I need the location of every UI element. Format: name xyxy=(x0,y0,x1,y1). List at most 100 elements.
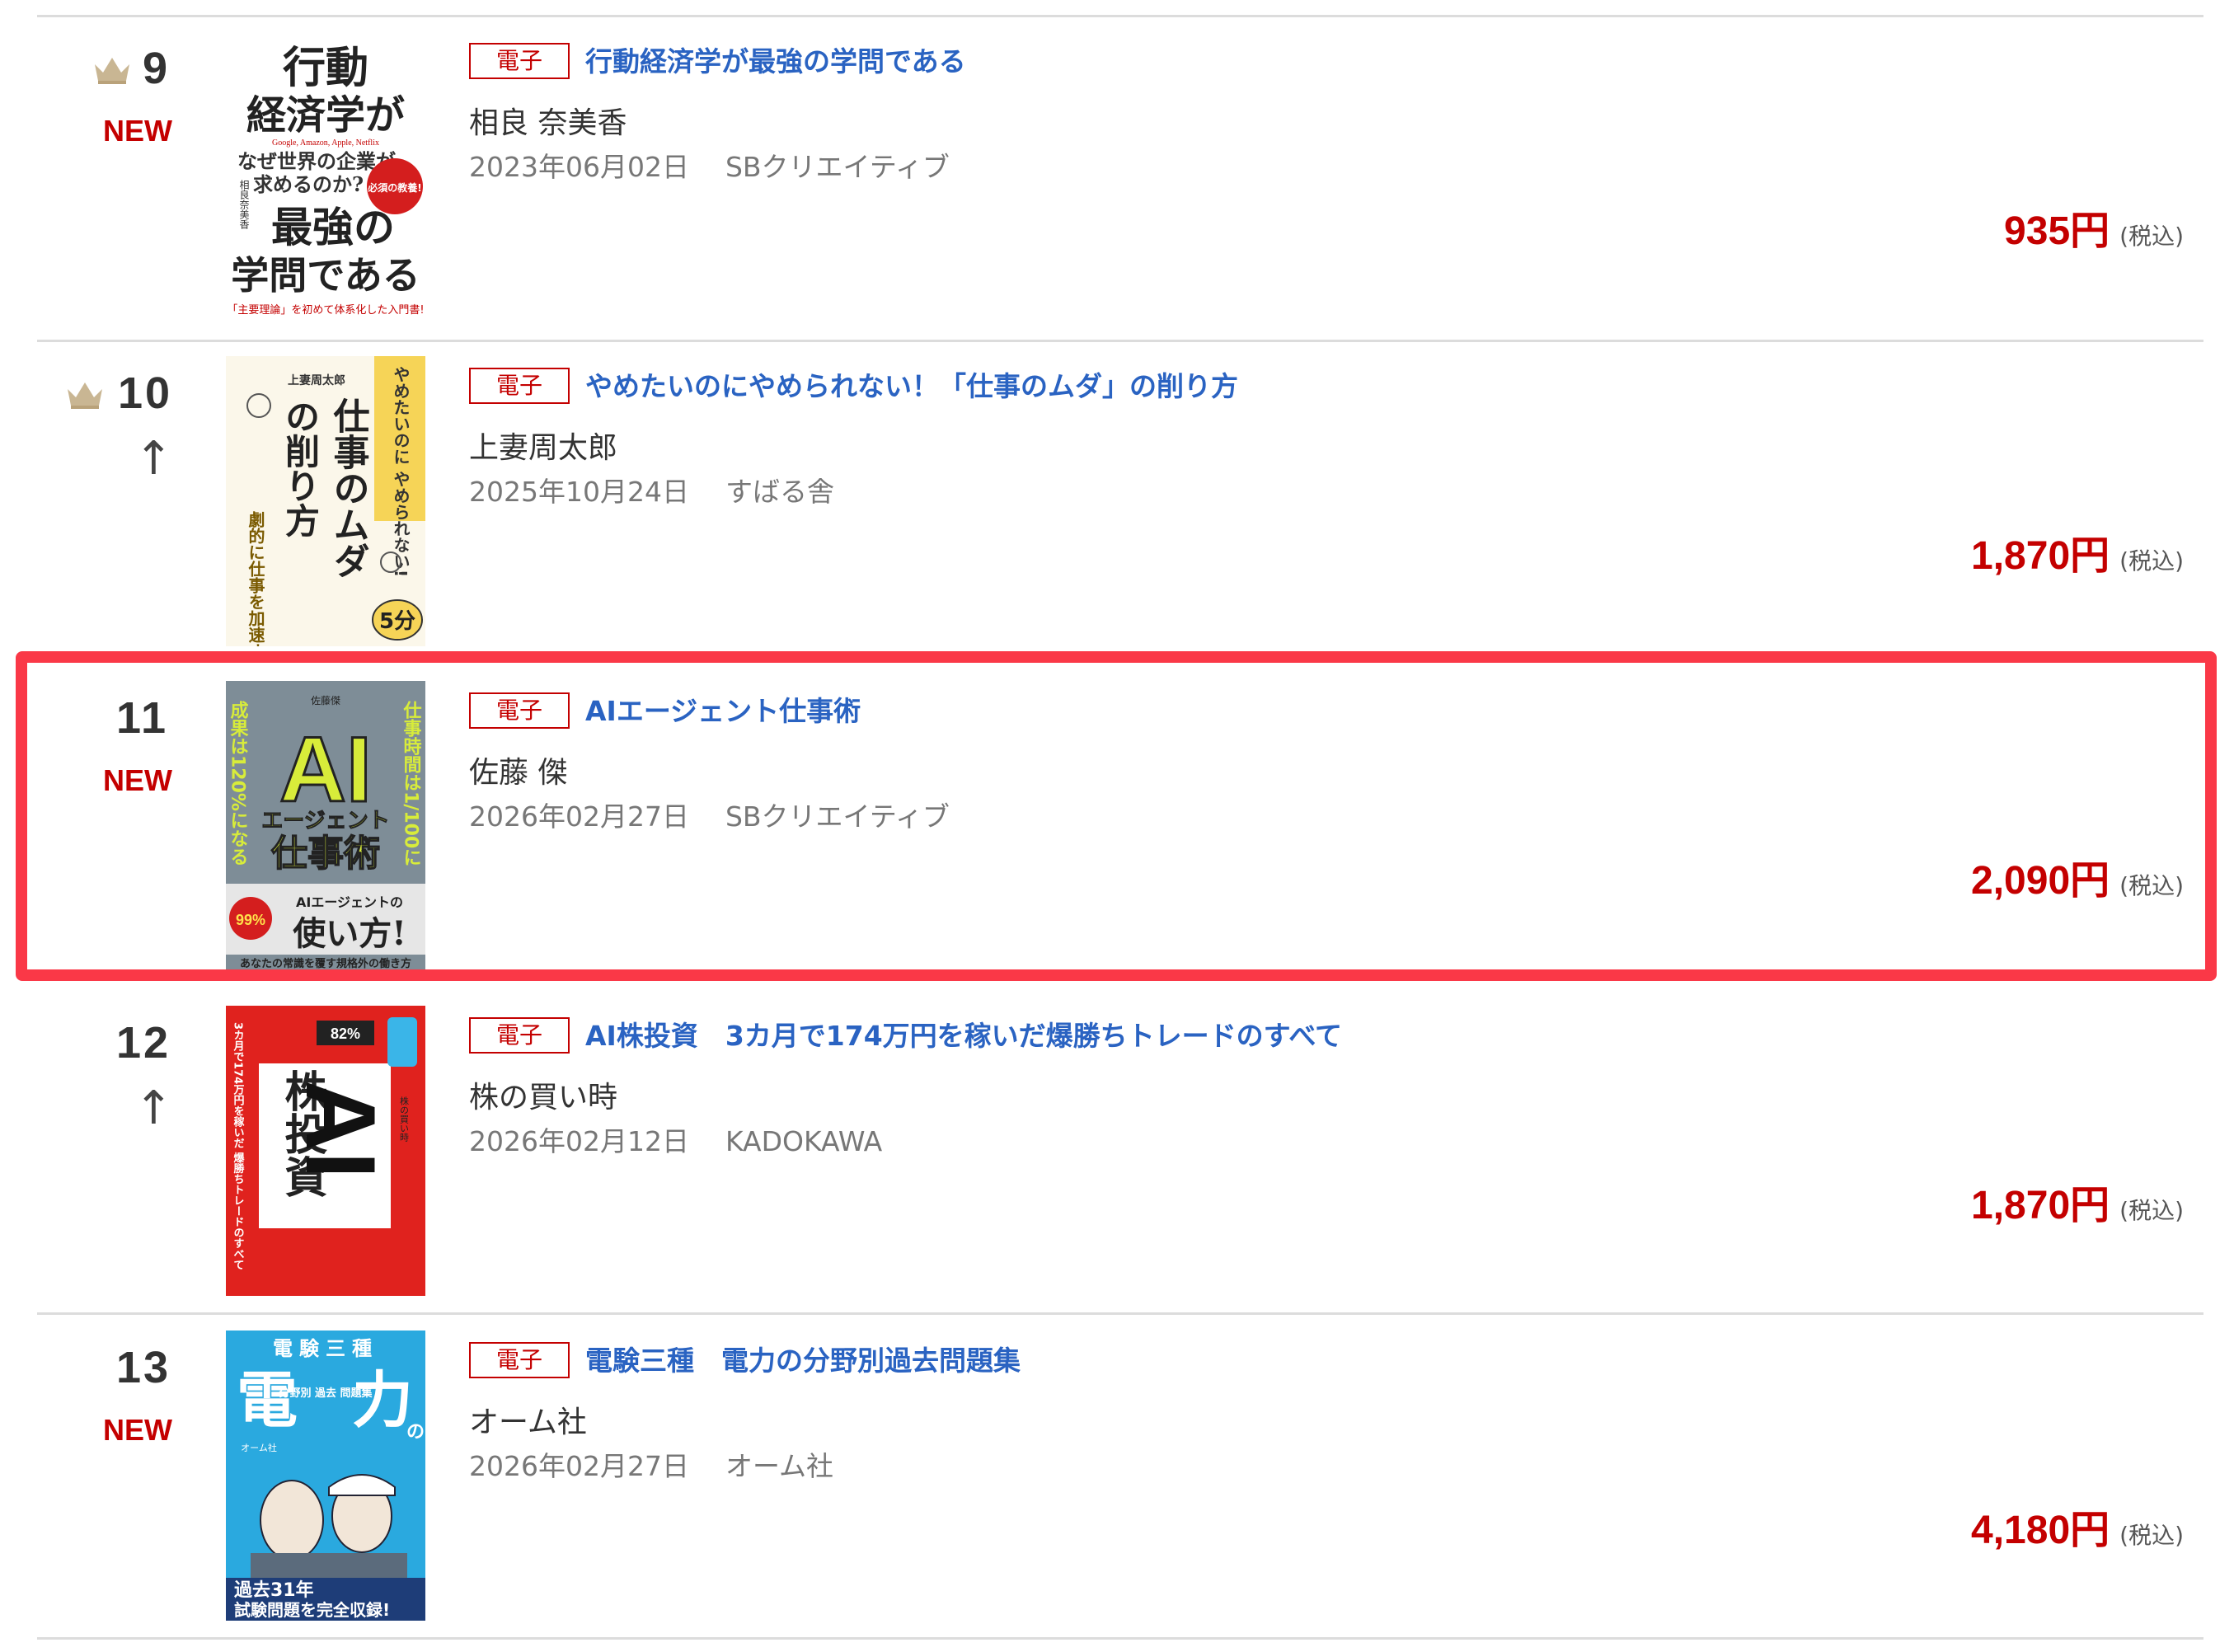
cover-art: 電験三種 電 力 の 分野別 過去 問題集 オーム社 過去31年 試験問題を完全… xyxy=(226,1331,425,1621)
cover-text: 試験問題を完全収録! xyxy=(234,1600,390,1620)
cover-text: 99% xyxy=(236,912,265,928)
book-meta: 2026年02月12日 KADOKAWA xyxy=(469,1119,882,1159)
release-date: 2026年02月27日 xyxy=(469,800,689,833)
book-meta: 2026年02月27日 SBクリエイティブ xyxy=(469,795,950,834)
tax-label: (税込) xyxy=(2119,547,2184,575)
cover-text: 82% xyxy=(331,1025,360,1042)
price: 2,090円 xyxy=(1971,859,2110,903)
rank-column: 12 ↑ xyxy=(37,991,235,1312)
book-cover[interactable]: 電験三種 電 力 の 分野別 過去 問題集 オーム社 過去31年 試験問題を完全… xyxy=(226,1331,425,1621)
book-meta: 2023年06月02日 SBクリエイティブ xyxy=(469,145,950,185)
book-meta: 2026年02月27日 オーム社 xyxy=(469,1444,833,1484)
crown-icon xyxy=(95,58,129,84)
cover-text: 電験三種 xyxy=(273,1337,378,1360)
tax-label: (税込) xyxy=(2119,223,2184,250)
publisher: SBクリエイティブ xyxy=(725,151,950,183)
book-meta: 2025年10月24日 すばる舎 xyxy=(469,470,834,509)
cover-text: 劇的に仕事を加速するコツ xyxy=(246,511,265,646)
rank-up-arrow-icon: ↑ xyxy=(134,432,173,486)
book-title-link[interactable]: AIエージェント仕事術 xyxy=(585,689,861,729)
book-cover[interactable]: 上妻周太郎 やめたいのに やめられない! 仕事のムダ の削り方 劇的に仕事を加速… xyxy=(226,356,425,646)
cover-text: オーム社 xyxy=(241,1442,277,1453)
cover-text: 過去31年 xyxy=(234,1579,314,1601)
book-author: 佐藤 傑 xyxy=(469,756,568,790)
cover-text: あなたの常識を覆す規格外の働き方 xyxy=(240,957,411,970)
price-block: 1,870円 (税込) xyxy=(1971,1172,2184,1230)
cover-text: 使い方! xyxy=(293,914,406,953)
release-date: 2025年10月24日 xyxy=(469,476,689,508)
cover-text: 5分 xyxy=(379,609,415,634)
book-cover[interactable]: 佐藤傑 成果は120%になる 仕事時間は1/100に AI エージェント 仕事術… xyxy=(226,681,425,971)
cover-text: 学問である xyxy=(231,253,420,298)
ranking-row: 12 ↑ 株投資 AI 82% 3カ月で174万円を稼いだ 爆勝ちトレードのすべ… xyxy=(37,991,2203,1312)
cover-text: 経済学が xyxy=(246,92,405,138)
price-block: 935円 (税込) xyxy=(2004,198,2184,256)
ebook-badge: 電子 xyxy=(469,368,570,404)
book-info: 電子 行動経済学が最強の学問である 相良 奈美香 2023年06月02日 SBクリ… xyxy=(469,16,2184,338)
book-title-link[interactable]: やめたいのにやめられない！「仕事のムダ」の削り方 xyxy=(585,364,1238,404)
rank-column: 11 NEW xyxy=(37,666,235,988)
ranking-row: 13 NEW 電験三種 電 力 の 分野別 過去 問題集 オーム社 過去31年 … xyxy=(37,1316,2203,1637)
cover-text: エージェント xyxy=(261,809,389,833)
book-info: 電子 AI株投資 3カ月で174万円を稼いだ爆勝ちトレードのすべて 株の買い時 … xyxy=(469,991,2184,1312)
new-label: NEW xyxy=(103,114,172,148)
book-title-link[interactable]: 行動経済学が最強の学問である xyxy=(585,40,966,79)
ranking-row-highlighted: 11 NEW 佐藤傑 成果は120%になる 仕事時間は1/100に AI エージ… xyxy=(37,666,2203,988)
cover-text: の xyxy=(406,1422,425,1443)
cover-text: の削り方 xyxy=(280,399,321,537)
crown-icon xyxy=(68,382,102,409)
cover-art: 行動 経済学が Google, Amazon, Apple, Netflix な… xyxy=(226,31,425,321)
publisher: SBクリエイティブ xyxy=(725,800,950,833)
new-label: NEW xyxy=(103,763,172,797)
book-cover[interactable]: 株投資 AI 82% 3カ月で174万円を稼いだ 爆勝ちトレードのすべて 株の買… xyxy=(226,1006,425,1296)
cover-art: 上妻周太郎 やめたいのに やめられない! 仕事のムダ の削り方 劇的に仕事を加速… xyxy=(226,356,425,646)
book-info: 電子 やめたいのにやめられない！「仕事のムダ」の削り方 上妻周太郎 2025年1… xyxy=(469,341,2184,663)
cover-text: 分野別 過去 問題集 xyxy=(279,1387,373,1400)
divider xyxy=(37,1637,2203,1640)
price: 1,870円 xyxy=(1971,534,2110,578)
cover-text: 電 xyxy=(237,1365,298,1436)
cover-text: なぜ世界の企業が xyxy=(237,149,396,173)
rank-column: 13 NEW xyxy=(37,1316,235,1637)
release-date: 2026年02月27日 xyxy=(469,1450,689,1482)
ebook-badge: 電子 xyxy=(469,1342,570,1378)
ebook-badge: 電子 xyxy=(469,43,570,79)
book-author: 株の買い時 xyxy=(469,1081,618,1115)
price-block: 2,090円 (税込) xyxy=(1971,847,2184,905)
cover-text: 力 xyxy=(352,1365,413,1436)
cover-text: 「主要理論」を初めて体系化した入門書! xyxy=(227,303,424,317)
tax-label: (税込) xyxy=(2119,872,2184,899)
cover-text: AI xyxy=(279,718,372,821)
new-label: NEW xyxy=(103,1413,172,1447)
book-cover[interactable]: 行動 経済学が Google, Amazon, Apple, Netflix な… xyxy=(226,31,425,321)
cover-text: 成果は120%になる xyxy=(228,701,249,866)
cover-text: Google, Amazon, Apple, Netflix xyxy=(272,138,379,148)
cover-text: AI xyxy=(285,1080,396,1179)
publisher: オーム社 xyxy=(725,1450,833,1482)
book-title-link[interactable]: AI株投資 3カ月で174万円を稼いだ爆勝ちトレードのすべて xyxy=(585,1014,1342,1054)
price: 1,870円 xyxy=(1971,1184,2110,1227)
cover-text: 佐藤傑 xyxy=(311,695,340,706)
ranking-list: 9 NEW 行動 経済学が Google, Amazon, Apple, Net… xyxy=(0,0,2234,1652)
cover-text: 必須の教養! xyxy=(367,181,421,194)
book-author: 相良 奈美香 xyxy=(469,106,627,140)
book-author: 上妻周太郎 xyxy=(469,431,618,465)
price: 4,180円 xyxy=(1971,1509,2110,1552)
cover-text: 仕事時間は1/100に xyxy=(401,701,423,866)
publisher: KADOKAWA xyxy=(725,1125,883,1157)
release-date: 2026年02月12日 xyxy=(469,1125,689,1157)
price-block: 1,870円 (税込) xyxy=(1971,523,2184,580)
rank-column: 9 NEW xyxy=(37,16,235,338)
price-block: 4,180円 (税込) xyxy=(1971,1497,2184,1555)
book-author: オーム社 xyxy=(469,1406,587,1439)
book-title-link[interactable]: 電験三種 電力の分野別過去問題集 xyxy=(585,1339,1021,1378)
ranking-row: 10 ↑ 上妻周太郎 やめたいのに やめられない! 仕事のムダ の削り方 劇的に… xyxy=(37,341,2203,663)
cover-text: AIエージェントの xyxy=(296,894,403,910)
cover-text: 相良奈美香 xyxy=(238,180,250,230)
tax-label: (税込) xyxy=(2119,1522,2184,1549)
cover-art: 佐藤傑 成果は120%になる 仕事時間は1/100に AI エージェント 仕事術… xyxy=(226,681,425,971)
cover-text: 行動 xyxy=(283,43,368,93)
cover-text: 仕事のムダ xyxy=(327,397,370,579)
book-info: 電子 AIエージェント仕事術 佐藤 傑 2026年02月27日 SBクリエイティブ… xyxy=(469,666,2184,988)
cover-text: 株の買い時 xyxy=(399,1096,410,1142)
